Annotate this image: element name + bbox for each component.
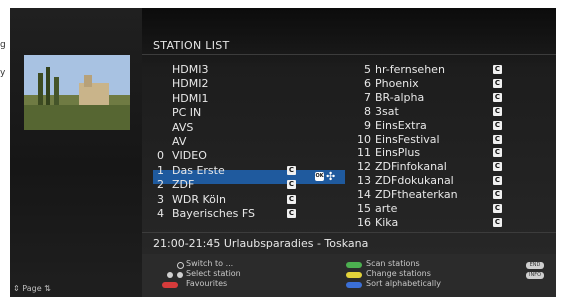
station-name: AVS <box>172 120 194 134</box>
station-name: HDMI1 <box>172 91 209 105</box>
sort-icon: ⇅ <box>41 284 51 293</box>
station-number: 3 <box>157 192 164 206</box>
station-badge: C <box>493 106 502 116</box>
red-button-icon <box>162 282 178 288</box>
station-number: 13 <box>357 174 371 188</box>
station-badge: C <box>493 162 502 172</box>
station-number: 2 <box>157 178 164 192</box>
station-number: 4 <box>157 207 164 220</box>
station-list-panel: STATION LIST OK ✣ HDMI3 HDMI2 HDMI1 PC IN AV… <box>142 8 556 297</box>
left-panel <box>10 8 142 297</box>
select-minus-icon <box>167 272 173 278</box>
station-number: 9 <box>364 118 371 132</box>
station-number: 12 <box>357 160 371 174</box>
station-name: HDMI3 <box>172 63 209 76</box>
station-badge: C <box>493 134 502 144</box>
station-badge: C <box>493 217 502 227</box>
station-number: 7 <box>364 90 371 104</box>
station-badge: C <box>287 194 296 204</box>
station-name: EinsPlus <box>375 146 421 160</box>
station-name: BR-alpha <box>375 90 425 104</box>
sort-alphabetically-label[interactable]: Sort alphabetically <box>366 279 441 288</box>
station-number: 6 <box>364 76 371 90</box>
station-name: ZDFtheaterkan <box>375 188 458 202</box>
panel-title: STATION LIST <box>153 39 230 52</box>
switch-to-label: Switch to ... <box>186 259 234 268</box>
station-number: 5 <box>364 63 371 76</box>
green-button-icon <box>346 262 362 268</box>
scan-stations-label[interactable]: Scan stations <box>366 259 420 268</box>
station-number: 15 <box>357 202 371 215</box>
station-name: 3sat <box>375 104 399 118</box>
station-number: 16 <box>357 215 371 229</box>
station-badge: C <box>493 204 502 213</box>
cropped-text-g: g <box>0 40 6 50</box>
station-name: EinsFestival <box>375 132 440 146</box>
station-number: 8 <box>364 104 371 118</box>
station-name: WDR Köln <box>172 192 226 206</box>
station-name: AV <box>172 135 187 148</box>
ok-icon: OK <box>315 172 324 181</box>
station-number: 0 <box>157 149 164 163</box>
yellow-button-icon <box>346 272 362 278</box>
select-station-label: Select station <box>186 269 241 278</box>
station-number: 11 <box>357 146 371 160</box>
station-badge: C <box>287 165 296 175</box>
station-name: Bayerisches FS <box>172 207 256 220</box>
station-badge: C <box>493 190 502 200</box>
station-name: arte <box>375 202 398 215</box>
station-badge: C <box>493 176 502 186</box>
button-legend: Switch to ... Select station Favourites … <box>142 254 556 297</box>
station-number: 10 <box>357 132 371 146</box>
station-name: ZDF <box>172 178 195 192</box>
change-stations-label[interactable]: Change stations <box>366 269 431 278</box>
station-name: hr-fernsehen <box>375 63 445 76</box>
station-name: VIDEO <box>172 149 207 163</box>
now-playing-info: 21:00-21:45 Urlaubsparadies - Toskana <box>153 237 369 250</box>
station-name: Kika <box>375 215 399 229</box>
station-name: Das Erste <box>172 163 225 177</box>
station-name: EinsExtra <box>375 118 427 132</box>
station-name: PC IN <box>172 106 202 120</box>
station-badge: C <box>493 120 502 130</box>
station-name: ZDFinfokanal <box>375 160 447 174</box>
info-button-icon[interactable]: INFO <box>526 272 544 279</box>
cropped-text-y: y <box>0 68 6 78</box>
station-badge: C <box>493 92 502 102</box>
divider <box>142 232 556 233</box>
preview-image <box>24 55 130 130</box>
station-name: Phoenix <box>375 76 419 90</box>
page-label: Page <box>22 284 42 293</box>
station-number: 1 <box>157 163 164 177</box>
page-control[interactable]: ⇕ Page ⇅ <box>13 284 51 293</box>
station-name: HDMI2 <box>172 77 209 91</box>
favourites-label[interactable]: Favourites <box>186 279 227 288</box>
divider <box>142 54 556 55</box>
station-number: 14 <box>357 188 371 202</box>
station-badge: C <box>493 148 502 158</box>
station-badge: C <box>287 209 296 218</box>
end-button-icon[interactable]: END <box>526 262 544 269</box>
page-up-down-icon: ⇕ <box>13 284 23 293</box>
select-plus-icon <box>177 272 183 278</box>
station-name: ZDFdokukanal <box>375 174 454 188</box>
tv-screen: g y ⇕ Page ⇅ STATION LIST OK ✣ HDMI3 HDMI… <box>0 0 563 297</box>
navigation-cross-icon: ✣ <box>326 170 336 183</box>
station-badge: C <box>493 78 502 88</box>
station-badge: C <box>287 180 296 190</box>
switch-icon <box>177 262 184 269</box>
station-badge: C <box>493 65 502 74</box>
blue-button-icon <box>346 282 362 288</box>
